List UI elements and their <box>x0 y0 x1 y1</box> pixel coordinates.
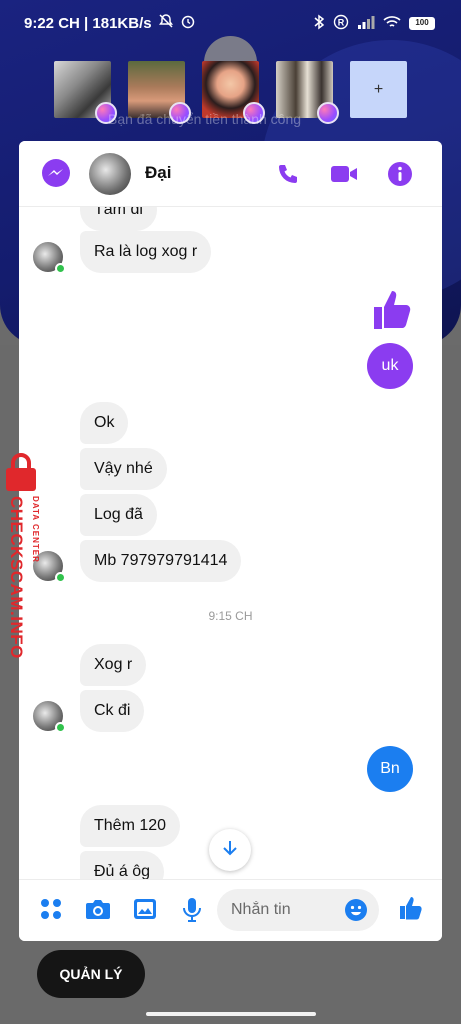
chat-head-car[interactable] <box>54 61 117 124</box>
wifi-icon <box>383 15 401 32</box>
chat-head-girl[interactable] <box>202 61 265 124</box>
message-outgoing[interactable]: Bn <box>367 746 413 792</box>
online-indicator <box>55 572 66 583</box>
chat-window: Đại Tám đi Ra là log xog r uk Ok Vậy nhé… <box>19 141 442 941</box>
message-incoming[interactable]: Ck đi <box>80 690 145 732</box>
like-sticker-icon[interactable] <box>370 287 414 336</box>
watermark-main-text: CHECKSCAM.INFO <box>7 496 26 659</box>
messenger-badge-icon <box>317 102 339 124</box>
online-indicator <box>55 722 66 733</box>
watermark: CHECKSCAM.INFO DATA CENTER <box>2 452 52 672</box>
microphone-icon[interactable] <box>181 897 203 928</box>
message-timestamp: 9:15 CH <box>208 609 253 623</box>
message-composer <box>19 879 442 941</box>
status-time: 9:22 CH | 181KB/s <box>24 14 152 32</box>
watermark-sub-text: DATA CENTER <box>31 496 40 563</box>
message-incoming[interactable]: Xog r <box>80 644 147 686</box>
info-icon[interactable] <box>387 161 413 192</box>
svg-text:R: R <box>338 17 345 27</box>
message-incoming[interactable]: Ra là log xog r <box>80 231 212 273</box>
chat-head-group[interactable] <box>128 61 191 124</box>
manage-button[interactable]: QUẢN LÝ <box>37 950 145 998</box>
home-indicator[interactable] <box>146 1012 316 1016</box>
contact-avatar[interactable] <box>89 153 131 195</box>
like-icon[interactable] <box>398 895 424 926</box>
message-incoming[interactable]: Vậy nhé <box>80 448 167 490</box>
contact-name[interactable]: Đại <box>145 163 171 183</box>
apps-menu-icon[interactable] <box>39 897 63 926</box>
online-indicator <box>55 263 66 274</box>
emoji-icon[interactable] <box>344 898 368 927</box>
arrow-down-icon <box>221 839 239 862</box>
message-incoming[interactable]: Tám đi <box>80 207 157 231</box>
camera-icon[interactable] <box>85 897 111 926</box>
message-incoming[interactable]: Ok <box>80 402 129 444</box>
chat-head-people[interactable] <box>276 61 339 124</box>
notice-text: Bạn đã chuyển tiền thành công <box>108 111 302 127</box>
message-incoming[interactable]: Log đã <box>80 494 157 536</box>
alarm-icon <box>180 13 196 33</box>
message-input[interactable] <box>231 889 341 931</box>
add-chat-head-button[interactable]: + <box>350 61 407 118</box>
message-incoming[interactable]: Đủ á ôg <box>80 851 165 879</box>
mute-icon <box>158 13 174 33</box>
message-list: Tám đi Ra là log xog r uk Ok Vậy nhé Log… <box>19 207 442 879</box>
bluetooth-icon <box>313 14 325 33</box>
message-input-container <box>217 889 379 931</box>
battery-icon: 100 <box>409 16 435 30</box>
signal-icon <box>357 15 375 32</box>
message-incoming[interactable]: Mb 797979791414 <box>80 540 242 582</box>
chat-heads-row: + <box>54 61 407 124</box>
message-outgoing[interactable]: uk <box>367 343 413 389</box>
lock-logo-icon <box>4 452 38 492</box>
messenger-logo-icon[interactable] <box>41 158 71 193</box>
gallery-icon[interactable] <box>133 897 157 926</box>
phone-icon[interactable] <box>276 162 300 191</box>
chat-header: Đại <box>19 141 442 207</box>
roaming-icon: R <box>333 14 349 33</box>
video-call-icon[interactable] <box>330 163 358 190</box>
message-incoming[interactable]: Thêm 120 <box>80 805 181 847</box>
scroll-down-button[interactable] <box>209 829 251 871</box>
